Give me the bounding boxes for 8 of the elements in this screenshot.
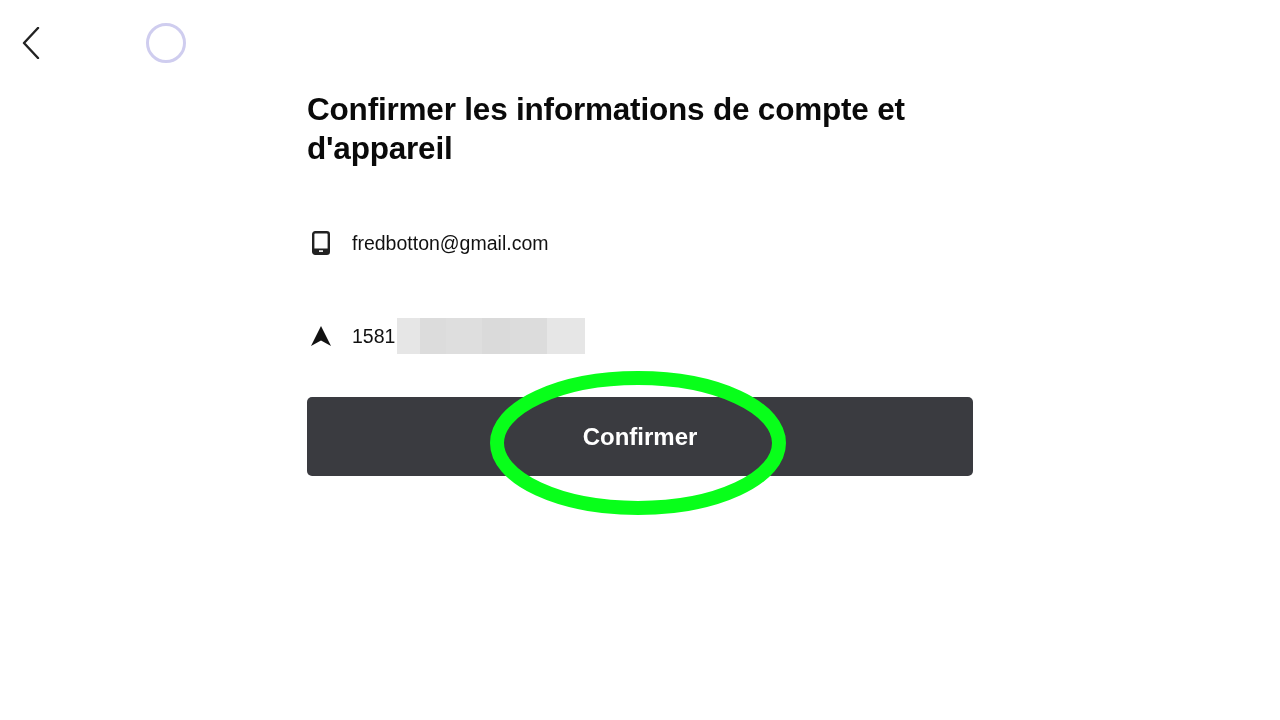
detail-text: 1581 xyxy=(352,324,396,348)
navigation-arrow-icon xyxy=(310,326,332,346)
phone-icon xyxy=(310,231,332,255)
back-button[interactable] xyxy=(22,27,40,59)
page-title: Confirmer les informations de compte et d'appareil xyxy=(307,90,906,168)
detail-text: fredbotton@gmail.com xyxy=(352,231,549,255)
confirm-button[interactable]: Confirmer xyxy=(307,397,973,476)
back-chevron-icon xyxy=(22,27,40,59)
